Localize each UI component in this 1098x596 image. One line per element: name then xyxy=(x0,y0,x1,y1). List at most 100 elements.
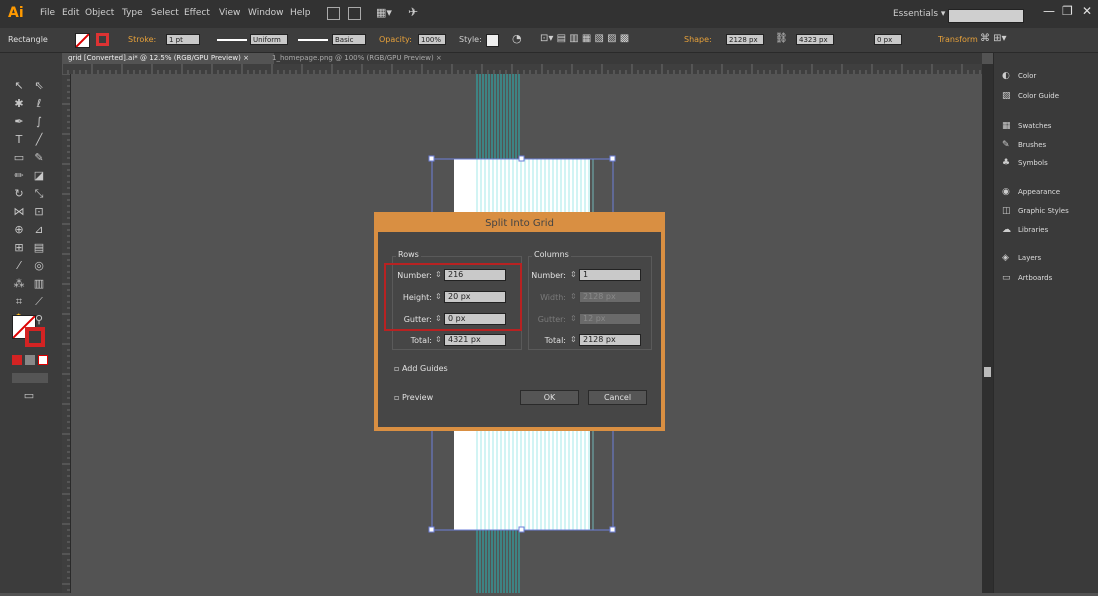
annotation-highlight xyxy=(384,263,522,331)
shape-label[interactable]: Shape: xyxy=(684,35,712,44)
columns-number-field[interactable]: 1 xyxy=(579,269,641,281)
layers-icon: ◈ xyxy=(1002,253,1009,263)
none-mode-icon[interactable] xyxy=(38,355,48,365)
corner-radius-field[interactable]: 0 px xyxy=(874,34,902,45)
opacity-field[interactable]: 100% xyxy=(418,34,446,45)
panel-layers[interactable]: ◈ Layers xyxy=(1002,253,1041,263)
lasso-tool-icon[interactable]: ℓ xyxy=(32,97,46,111)
brush-definition-select[interactable]: Basic xyxy=(332,34,366,45)
workspace-switcher[interactable]: Essentials ▾ xyxy=(893,9,945,19)
rotate-tool-icon[interactable]: ↻ xyxy=(12,187,26,201)
menu-view[interactable]: View xyxy=(219,8,240,18)
style-swatch[interactable] xyxy=(486,34,499,47)
selection-tool-icon[interactable]: ↖ xyxy=(12,79,26,93)
recolor-artwork-icon[interactable]: ◔ xyxy=(512,32,522,45)
tab-grid-document[interactable]: grid [Converted].ai* @ 12.5% (RGB/GPU Pr… xyxy=(62,53,274,64)
slice-tool-icon[interactable]: ⟋ xyxy=(32,295,46,309)
add-guides-checkbox[interactable]: ▫ Add Guides xyxy=(394,364,448,373)
menu-select[interactable]: Select xyxy=(151,8,179,18)
free-transform-tool-icon[interactable]: ⊡ xyxy=(32,205,46,219)
panel-libraries[interactable]: ☁ Libraries xyxy=(1002,225,1048,235)
symbol-sprayer-tool-icon[interactable]: ⁂ xyxy=(12,277,26,291)
rectangle-tool-icon[interactable]: ▭ xyxy=(12,151,26,165)
drawing-modes-icon[interactable] xyxy=(12,373,48,383)
fill-swatch[interactable] xyxy=(75,33,90,48)
shape-builder-tool-icon[interactable]: ⊕ xyxy=(12,223,26,237)
tab-homepage-document[interactable]: 1_homepage.png @ 100% (RGB/GPU Preview) … xyxy=(266,53,468,64)
gradient-tool-icon[interactable]: ▤ xyxy=(32,241,46,255)
columns-number-stepper-icon[interactable]: ⇕ xyxy=(570,270,577,279)
tab-close-icon[interactable]: × xyxy=(243,54,249,62)
gradient-mode-icon[interactable] xyxy=(25,355,35,365)
pencil-tool-icon[interactable]: ✏ xyxy=(12,169,26,183)
brushes-icon: ✎ xyxy=(1002,140,1010,150)
arrange-documents-icon[interactable]: ▦▾ xyxy=(376,6,392,19)
restore-button[interactable]: ❐ xyxy=(1062,4,1073,18)
tab-close-icon[interactable]: × xyxy=(436,54,442,62)
menu-window[interactable]: Window xyxy=(248,8,284,18)
menu-effect[interactable]: Effect xyxy=(184,8,210,18)
screen-mode-icon[interactable]: ▭ xyxy=(22,389,36,403)
scale-tool-icon[interactable]: ⤡ xyxy=(32,187,46,201)
symbols-icon: ♣ xyxy=(1002,158,1011,168)
eraser-tool-icon[interactable]: ◪ xyxy=(32,169,46,183)
width-tool-icon[interactable]: ⋈ xyxy=(12,205,26,219)
vertical-scrollbar[interactable] xyxy=(982,64,993,593)
search-field[interactable] xyxy=(948,9,1024,23)
shape-height-field[interactable]: 4323 px xyxy=(796,34,834,45)
type-tool-icon[interactable]: T xyxy=(12,133,26,147)
minimize-button[interactable]: — xyxy=(1043,4,1055,18)
panel-swatches[interactable]: ▦ Swatches xyxy=(1002,121,1051,131)
opacity-label[interactable]: Opacity: xyxy=(379,35,412,44)
panel-appearance[interactable]: ◉ Appearance xyxy=(1002,187,1060,197)
panel-artboards[interactable]: ▭ Artboards xyxy=(1002,273,1052,283)
close-button[interactable]: ✕ xyxy=(1082,4,1092,18)
variable-width-profile-icon xyxy=(217,39,247,41)
menu-file[interactable]: File xyxy=(40,8,55,18)
scrollbar-thumb[interactable] xyxy=(984,367,991,377)
link-proportions-icon[interactable]: ⛓ xyxy=(775,33,788,44)
preview-checkbox[interactable]: ▫ Preview xyxy=(394,393,433,402)
blend-tool-icon[interactable]: ◎ xyxy=(32,259,46,273)
line-tool-icon[interactable]: ╱ xyxy=(32,133,46,147)
tools-panel: ↖ ⇖ ✱ ℓ ✒ ∫ T ╱ ▭ ✎ ✏ ◪ ↻ ⤡ ⋈ ⊡ ⊕ ⊿ ⊞ ▤ … xyxy=(0,53,63,593)
menu-help[interactable]: Help xyxy=(290,8,311,18)
ok-button[interactable]: OK xyxy=(520,390,579,405)
perspective-grid-tool-icon[interactable]: ⊿ xyxy=(32,223,46,237)
curvature-tool-icon[interactable]: ∫ xyxy=(32,115,46,129)
panel-color-guide[interactable]: ▨ Color Guide xyxy=(1002,91,1059,101)
bridge-icon[interactable] xyxy=(327,7,340,20)
stroke-weight-field[interactable]: 1 pt xyxy=(166,34,200,45)
menu-type[interactable]: Type xyxy=(122,8,143,18)
stock-icon[interactable] xyxy=(348,7,361,20)
pen-tool-icon[interactable]: ✒ xyxy=(12,115,26,129)
panel-graphic-styles[interactable]: ◫ Graphic Styles xyxy=(1002,206,1069,216)
panel-symbols[interactable]: ♣ Symbols xyxy=(1002,158,1048,168)
panel-brushes[interactable]: ✎ Brushes xyxy=(1002,140,1046,150)
libraries-icon: ☁ xyxy=(1002,225,1011,235)
cancel-button[interactable]: Cancel xyxy=(588,390,647,405)
panel-color[interactable]: ◐ Color xyxy=(1002,71,1036,81)
menu-edit[interactable]: Edit xyxy=(62,8,79,18)
isolate-icon[interactable]: ⌘ ⊞▾ xyxy=(980,33,1007,44)
artboard-tool-icon[interactable]: ⌗ xyxy=(12,295,26,309)
shape-width-field[interactable]: 2128 px xyxy=(726,34,764,45)
color-icon: ◐ xyxy=(1002,71,1010,81)
app-logo: Ai xyxy=(8,5,24,21)
gpu-performance-icon[interactable]: ✈ xyxy=(408,5,418,19)
stroke-label[interactable]: Stroke: xyxy=(128,35,156,44)
column-graph-tool-icon[interactable]: ▥ xyxy=(32,277,46,291)
stroke-color-box[interactable] xyxy=(25,327,45,347)
magic-wand-tool-icon[interactable]: ✱ xyxy=(12,97,26,111)
eyedropper-tool-icon[interactable]: ⁄ xyxy=(12,259,26,273)
transform-label[interactable]: Transform xyxy=(938,35,978,44)
stroke-swatch[interactable] xyxy=(96,33,109,46)
variable-width-profile-select[interactable]: Uniform xyxy=(250,34,288,45)
vertical-ruler[interactable] xyxy=(62,73,71,593)
color-mode-icon[interactable] xyxy=(12,355,22,365)
direct-selection-tool-icon[interactable]: ⇖ xyxy=(32,79,46,93)
mesh-tool-icon[interactable]: ⊞ xyxy=(12,241,26,255)
menu-object[interactable]: Object xyxy=(85,8,114,18)
paintbrush-tool-icon[interactable]: ✎ xyxy=(32,151,46,165)
align-icons[interactable]: ⊡▾ ▤ ▥ ▦ ▧ ▨ ▩ xyxy=(540,33,629,44)
